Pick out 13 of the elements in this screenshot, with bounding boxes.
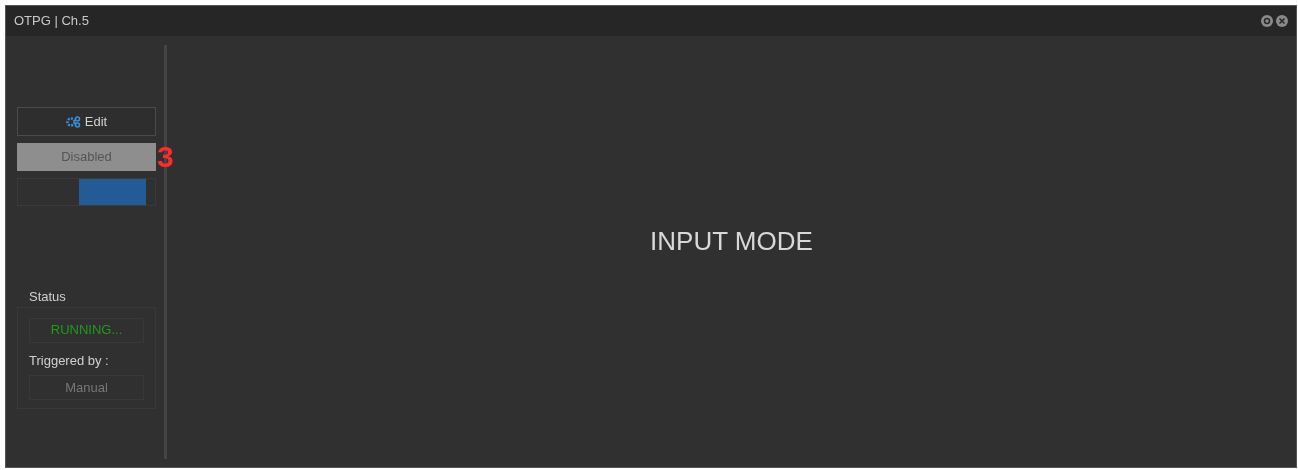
- trigger-field: Manual: [29, 375, 144, 400]
- gears-icon: [65, 115, 81, 128]
- toggle-thumb: [79, 179, 146, 205]
- settings-icon[interactable]: [1261, 15, 1273, 27]
- close-icon[interactable]: [1276, 15, 1288, 27]
- toggle-switch[interactable]: [17, 178, 156, 206]
- triggered-by-label: Triggered by :: [29, 351, 110, 370]
- status-field: RUNNING...: [29, 317, 144, 343]
- status-label: Status: [29, 288, 67, 306]
- mode-label: INPUT MODE: [650, 225, 813, 258]
- window-title: OTPG | Ch.5: [14, 12, 89, 31]
- edit-button[interactable]: Edit: [17, 107, 156, 136]
- annotation-number: 3: [157, 140, 174, 174]
